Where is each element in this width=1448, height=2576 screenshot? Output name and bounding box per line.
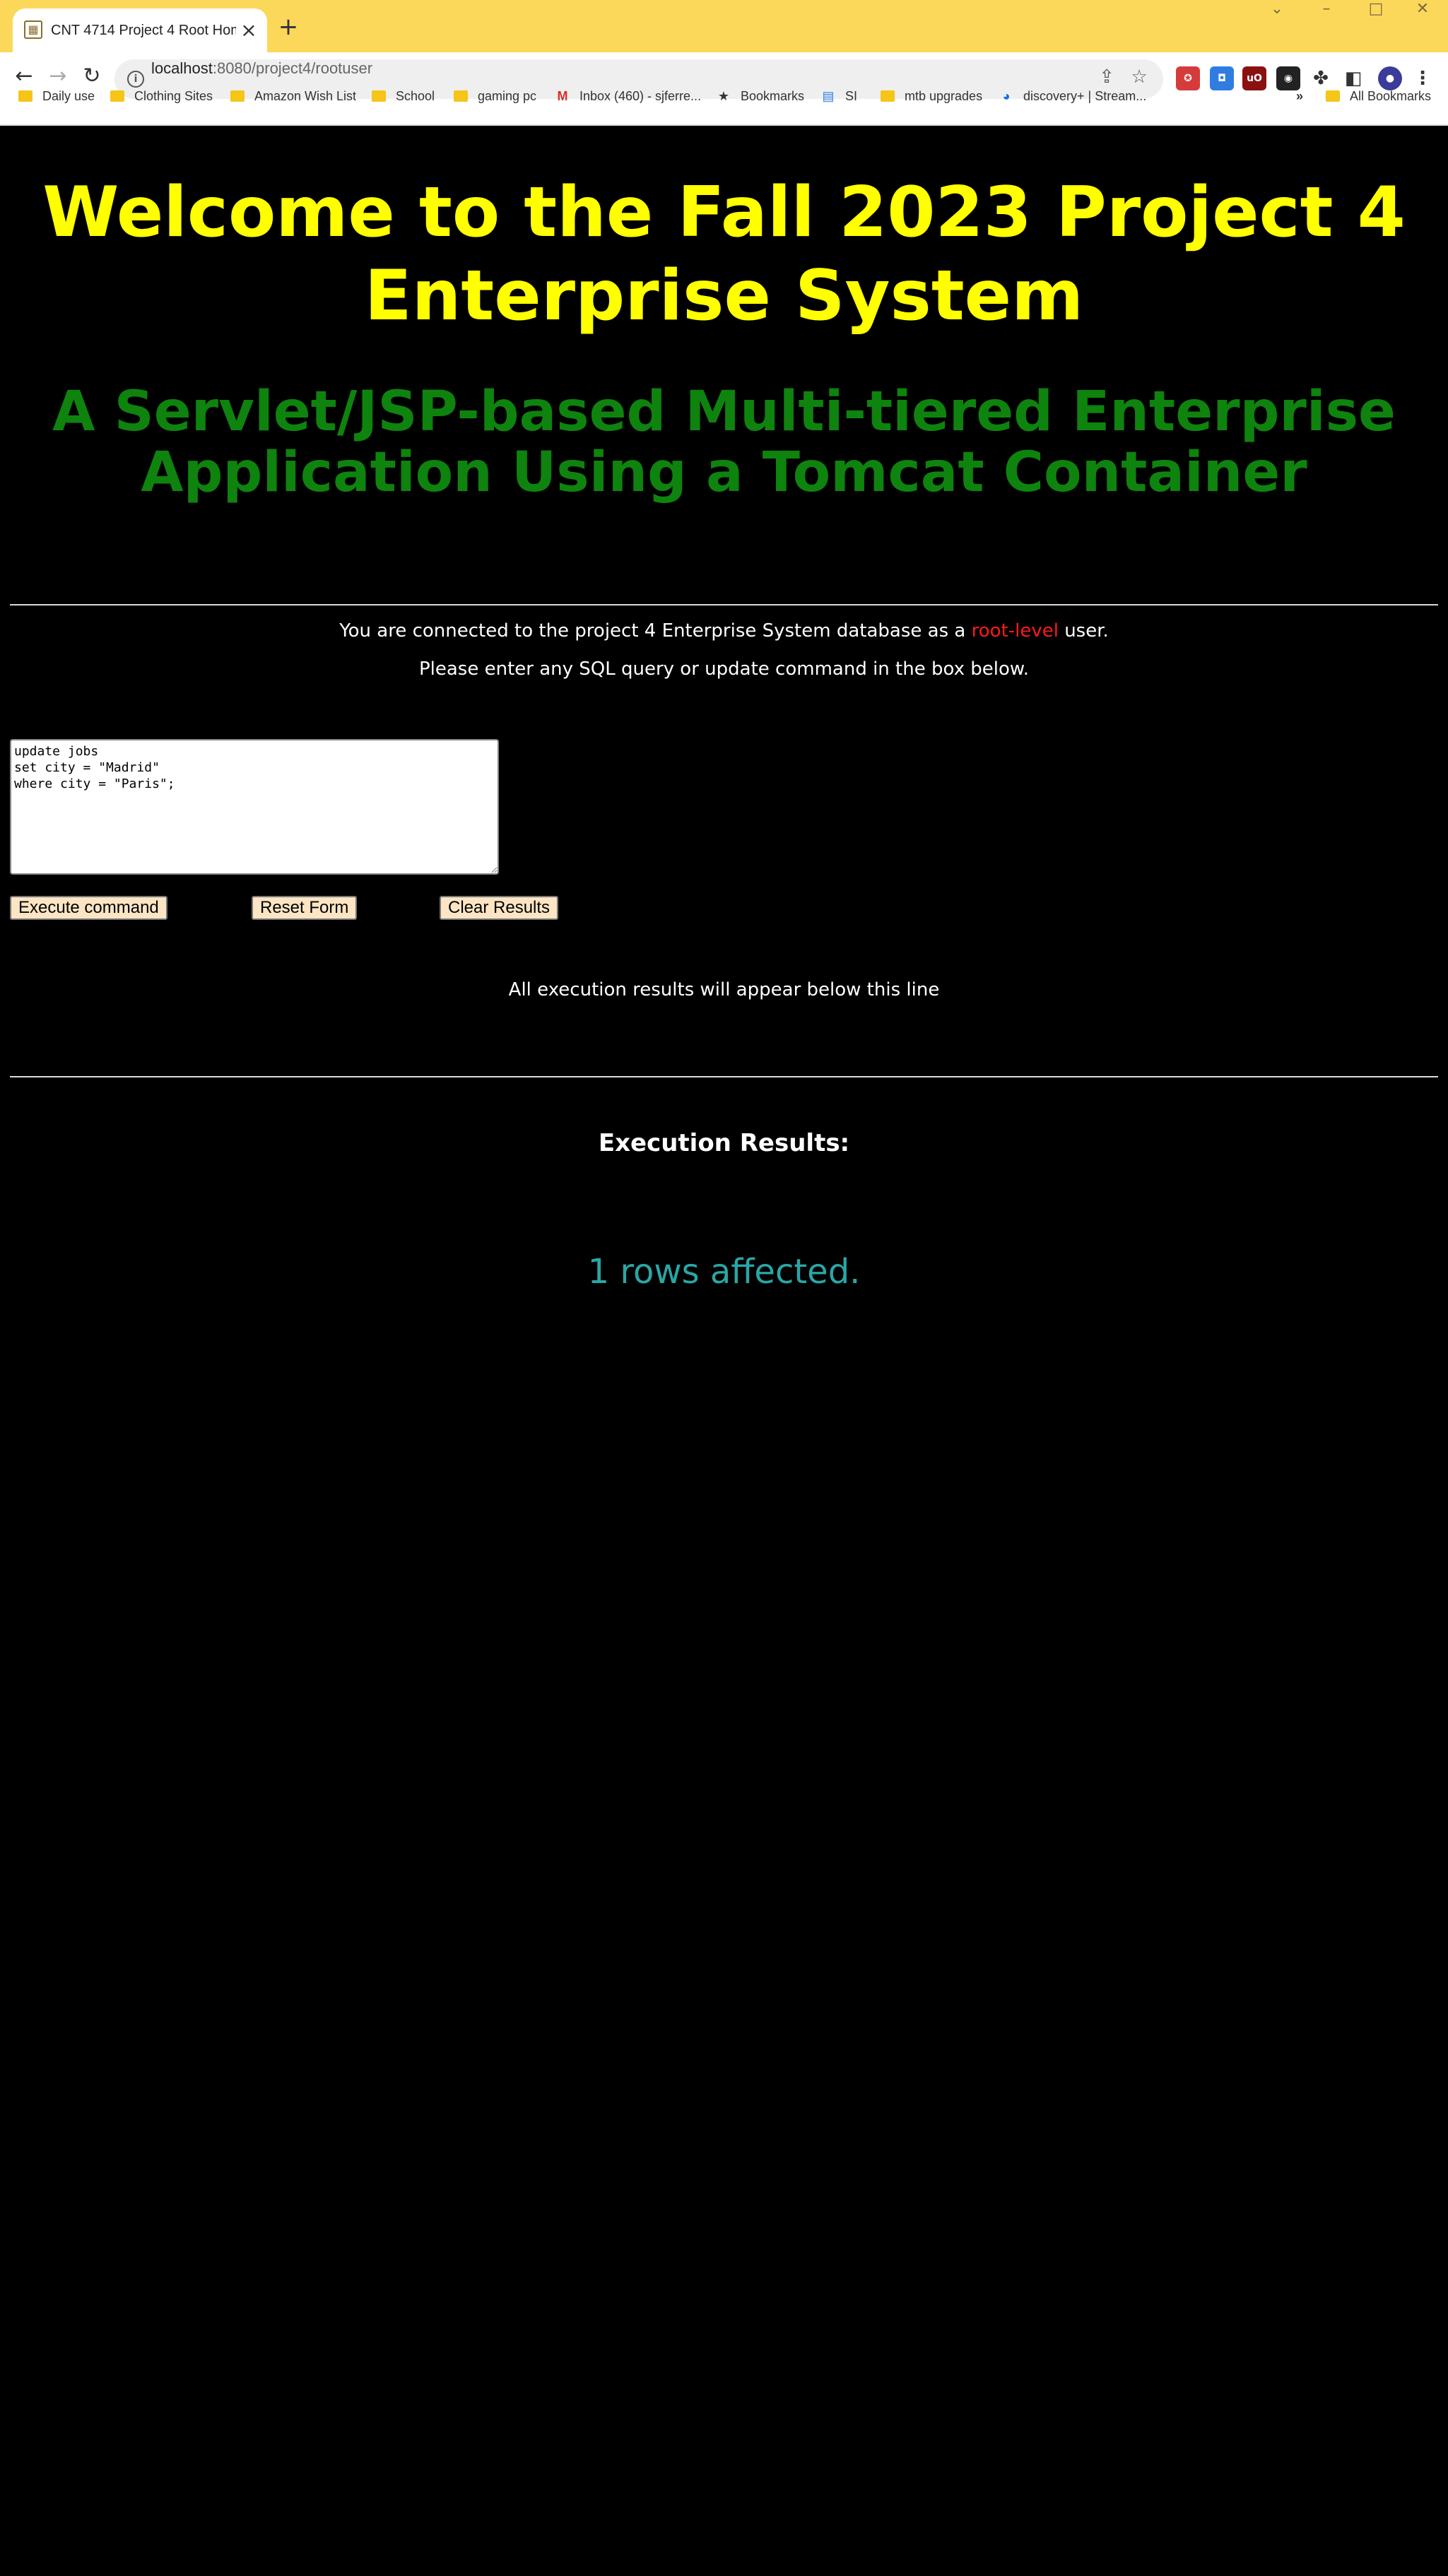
reset-form-button[interactable]: Reset Form: [252, 896, 358, 920]
star-icon: ★: [717, 89, 730, 103]
bookmark-gaming-pc[interactable]: gaming pc: [454, 89, 536, 122]
bookmark-amazon-wish-list[interactable]: Amazon Wish List: [230, 89, 356, 122]
extension-icon-2[interactable]: ◘: [1210, 66, 1234, 90]
new-tab-button[interactable]: +: [274, 13, 302, 41]
bookmark-clothing-sites[interactable]: Clothing Sites: [110, 89, 213, 122]
page-subtitle: A Servlet/JSP-based Multi-tiered Enterpr…: [52, 380, 1396, 504]
divider-top: [10, 604, 1438, 605]
page-favicon-icon: ▦: [24, 20, 42, 39]
bookmarks-bar: Daily use Clothing Sites Amazon Wish Lis…: [0, 89, 1448, 122]
bookmark-all-bookmarks[interactable]: All Bookmarks: [1326, 89, 1431, 122]
clear-results-button[interactable]: Clear Results: [440, 896, 559, 920]
folder-icon: [454, 90, 468, 102]
profile-avatar[interactable]: ●: [1378, 66, 1402, 90]
bookmark-si[interactable]: ▤ SI: [821, 89, 857, 122]
menu-kebab-icon[interactable]: ⋮: [1411, 66, 1435, 90]
results-title: Execution Results:: [598, 1129, 850, 1157]
minimize-button[interactable]: –: [1302, 0, 1351, 31]
bookmark-daily-use[interactable]: Daily use: [18, 89, 95, 122]
close-tab-icon[interactable]: ×: [237, 19, 260, 42]
tab-search-icon[interactable]: ⌄: [1252, 0, 1302, 31]
folder-icon: [881, 90, 895, 102]
folder-icon: [372, 90, 386, 102]
connection-prefix: You are connected to the project 4 Enter…: [339, 620, 972, 642]
bookmark-school[interactable]: School: [372, 89, 435, 122]
tab-title: CNT 4714 Project 4 Root Home: [51, 23, 236, 38]
bookmark-discovery[interactable]: ◕ discovery+ | Stream...: [999, 89, 1147, 122]
extensions-puzzle-icon[interactable]: ✤: [1309, 66, 1333, 90]
bookmarks-overflow[interactable]: »: [1296, 89, 1303, 122]
page-title: Welcome to the Fall 2023 Project 4 Enter…: [42, 172, 1406, 336]
docs-icon: ▤: [822, 89, 835, 103]
side-panel-icon[interactable]: ◧: [1341, 66, 1365, 90]
bookmark-star-icon[interactable]: ☆: [1126, 66, 1152, 92]
bookmark-inbox[interactable]: M Inbox (460) - sjferre...: [555, 89, 702, 122]
extension-icon-4[interactable]: ◉: [1276, 66, 1300, 90]
page-body: Welcome to the Fall 2023 Project 4 Enter…: [0, 126, 1448, 2576]
close-window-button[interactable]: ✕: [1398, 0, 1447, 31]
connection-status: You are connected to the project 4 Enter…: [0, 620, 1448, 642]
site-info-icon[interactable]: i: [127, 71, 144, 88]
maximize-button[interactable]: □: [1351, 0, 1401, 31]
discovery-icon: ◕: [1002, 89, 1011, 103]
folder-icon: [18, 90, 33, 102]
bookmark-mtb-upgrades[interactable]: mtb upgrades: [881, 89, 982, 122]
rows-affected-message: 1 rows affected.: [587, 1252, 861, 1292]
ublock-icon[interactable]: uO: [1242, 66, 1266, 90]
gmail-icon: M: [557, 89, 568, 103]
browser-tab[interactable]: ▦ CNT 4714 Project 4 Root Home ×: [13, 8, 267, 52]
user-level: root-level: [971, 620, 1059, 642]
instruction-text: Please enter any SQL query or update com…: [418, 658, 1030, 680]
share-icon[interactable]: ⇪: [1094, 66, 1119, 92]
sql-command-input[interactable]: update jobs set city = "Madrid" where ci…: [10, 739, 499, 875]
bookmark-bookmarks[interactable]: ★ Bookmarks: [717, 89, 804, 122]
execute-command-button[interactable]: Execute command: [10, 896, 167, 920]
folder-icon: [1326, 90, 1340, 102]
extension-icon-1[interactable]: ✪: [1176, 66, 1200, 90]
results-note: All execution results will appear below …: [508, 979, 940, 1000]
folder-icon: [230, 90, 245, 102]
divider-results: [10, 1076, 1438, 1077]
connection-suffix: user.: [1058, 620, 1109, 642]
tab-strip: ▦ CNT 4714 Project 4 Root Home × + ⌄ – □…: [0, 0, 1448, 52]
folder-icon: [110, 90, 124, 102]
